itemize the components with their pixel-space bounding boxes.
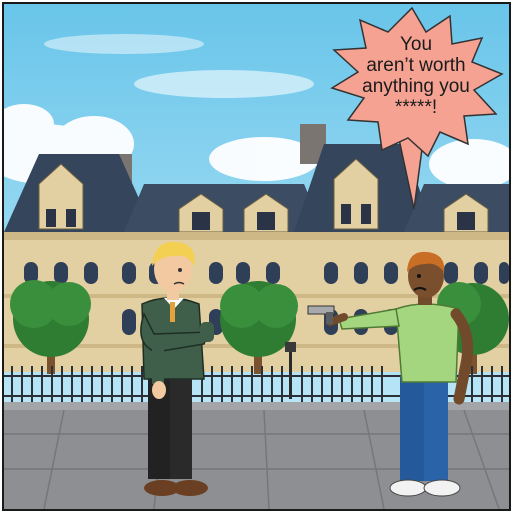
speech-line: anything you (362, 76, 470, 97)
roof-middle (124, 184, 324, 232)
comic-panel: You aren’t worth anything you *****! (2, 2, 511, 511)
speech-line: *****! (394, 97, 438, 118)
speech-line: You (399, 34, 433, 55)
speech-bubble-text: You aren’t worth anything you *****! (344, 34, 488, 118)
speech-line: aren’t worth (366, 55, 466, 76)
